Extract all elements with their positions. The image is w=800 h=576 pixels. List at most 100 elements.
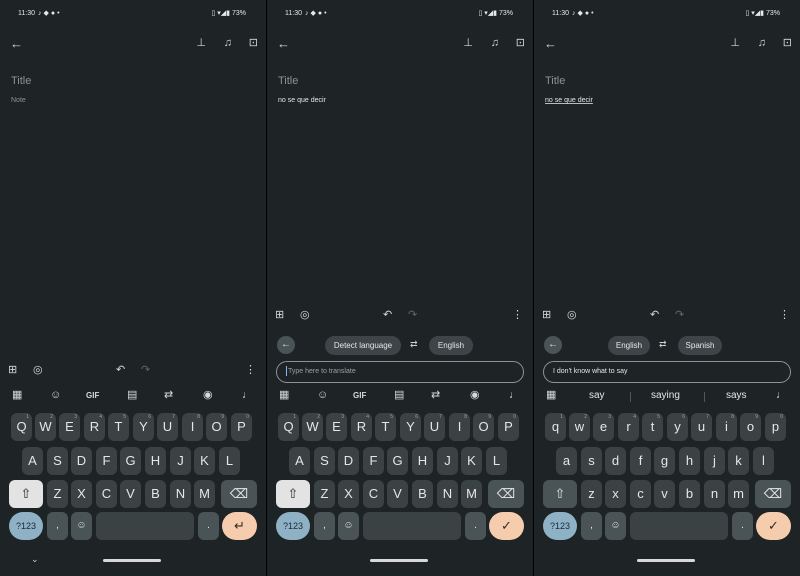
key-r[interactable]: 4R [351,413,372,441]
suggestion-2[interactable]: saying [651,390,680,401]
key-r[interactable]: 4r [618,413,639,441]
sticker-icon[interactable]: ☺ [50,390,61,401]
key-t[interactable]: 5T [375,413,396,441]
backspace-icon[interactable]: ⌫ [488,480,524,508]
mic-icon[interactable]: ♩ [242,390,253,401]
key-l[interactable]: L [219,447,240,475]
key-h[interactable]: h [679,447,700,475]
suggestion-1[interactable]: say [589,390,605,401]
swap-icon[interactable]: ⇄ [410,339,418,350]
check-icon[interactable]: ✓ [489,512,524,540]
key-e[interactable]: 3E [59,413,80,441]
key-v[interactable]: V [387,480,408,508]
apps-grid-icon[interactable]: ▦ [546,390,556,401]
key-r[interactable]: 4R [84,413,105,441]
key-s[interactable]: S [314,447,335,475]
key-z[interactable]: Z [314,480,335,508]
key-i[interactable]: 8I [449,413,470,441]
sticker-icon[interactable]: ☺ [317,390,328,401]
translate-input[interactable]: I don't know what to say [543,361,791,383]
key-t[interactable]: 5T [108,413,129,441]
symbols-key[interactable]: ?123 [276,512,310,540]
source-language-chip[interactable]: English [608,336,650,355]
key-comma[interactable]: , [581,512,602,540]
bell-plus-icon[interactable]: ♫ [491,38,499,49]
backspace-icon[interactable]: ⌫ [221,480,257,508]
undo-icon[interactable]: ↶ [383,310,392,321]
key-u[interactable]: 7u [691,413,712,441]
check-icon[interactable]: ✓ [756,512,791,540]
key-x[interactable]: x [605,480,626,508]
key-q[interactable]: 1Q [11,413,32,441]
palette-icon[interactable]: ◎ [33,365,43,376]
translate-icon[interactable]: ⇄ [431,390,440,401]
key-o[interactable]: 9O [206,413,227,441]
key-g[interactable]: G [387,447,408,475]
key-d[interactable]: D [338,447,359,475]
pin-icon[interactable]: ⊥ [730,38,740,49]
key-z[interactable]: Z [47,480,68,508]
symbols-key[interactable]: ?123 [9,512,43,540]
key-v[interactable]: V [120,480,141,508]
undo-icon[interactable]: ↶ [116,365,125,376]
palette-icon[interactable]: ◉ [470,390,480,401]
back-arrow-icon[interactable]: ← [277,37,290,50]
key-comma[interactable]: , [314,512,335,540]
translate-icon[interactable]: ⇄ [164,390,173,401]
key-j[interactable]: j [704,447,725,475]
target-language-chip[interactable]: English [429,336,473,355]
key-a[interactable]: a [556,447,577,475]
home-gesture-pill[interactable] [370,559,428,562]
key-a[interactable]: A [289,447,310,475]
more-vert-icon[interactable]: ⋮ [245,365,256,376]
key-j[interactable]: J [170,447,191,475]
key-w[interactable]: 2W [35,413,56,441]
clipboard-icon[interactable]: ▤ [127,390,137,401]
shift-icon[interactable]: ⇧ [276,480,310,508]
backspace-icon[interactable]: ⌫ [755,480,791,508]
key-f[interactable]: F [363,447,384,475]
key-s[interactable]: S [47,447,68,475]
key-u[interactable]: 7U [424,413,445,441]
key-c[interactable]: c [630,480,651,508]
key-v[interactable]: v [654,480,675,508]
add-box-icon[interactable]: ⊞ [8,365,17,376]
space-key[interactable] [363,512,461,540]
key-c[interactable]: C [363,480,384,508]
redo-icon[interactable]: ↷ [675,310,684,321]
note-title-field[interactable]: Title [11,75,31,87]
key-y[interactable]: 6y [667,413,688,441]
key-k[interactable]: k [728,447,749,475]
key-p[interactable]: 0p [765,413,786,441]
bell-plus-icon[interactable]: ♫ [224,38,232,49]
key-l[interactable]: l [753,447,774,475]
key-y[interactable]: 6Y [133,413,154,441]
key-o[interactable]: 9O [473,413,494,441]
more-vert-icon[interactable]: ⋮ [779,310,790,321]
note-body-field[interactable]: no se que decir [545,97,593,104]
palette-icon[interactable]: ◎ [567,310,577,321]
archive-icon[interactable]: ⊡ [516,38,525,49]
key-f[interactable]: F [96,447,117,475]
apps-grid-icon[interactable]: ▦ [12,390,22,401]
suggestion-3[interactable]: says [726,390,747,401]
key-m[interactable]: M [194,480,215,508]
key-c[interactable]: C [96,480,117,508]
translate-input[interactable]: Type here to translate [276,361,524,383]
note-title-field[interactable]: Title [545,75,565,87]
key-b[interactable]: B [412,480,433,508]
key-s[interactable]: s [581,447,602,475]
mic-icon[interactable]: ♩ [776,390,787,401]
key-e[interactable]: 3E [326,413,347,441]
key-l[interactable]: L [486,447,507,475]
gif-button[interactable]: GIF [353,392,366,400]
palette-icon[interactable]: ◉ [203,390,213,401]
redo-icon[interactable]: ↷ [141,365,150,376]
key-e[interactable]: 3e [593,413,614,441]
emoji-icon[interactable]: ☺ [605,512,626,540]
source-language-chip[interactable]: Detect language [325,336,401,355]
chevron-down-icon[interactable]: ⌄ [31,554,39,565]
note-title-field[interactable]: Title [278,75,298,87]
key-a[interactable]: A [22,447,43,475]
emoji-icon[interactable]: ☺ [338,512,359,540]
